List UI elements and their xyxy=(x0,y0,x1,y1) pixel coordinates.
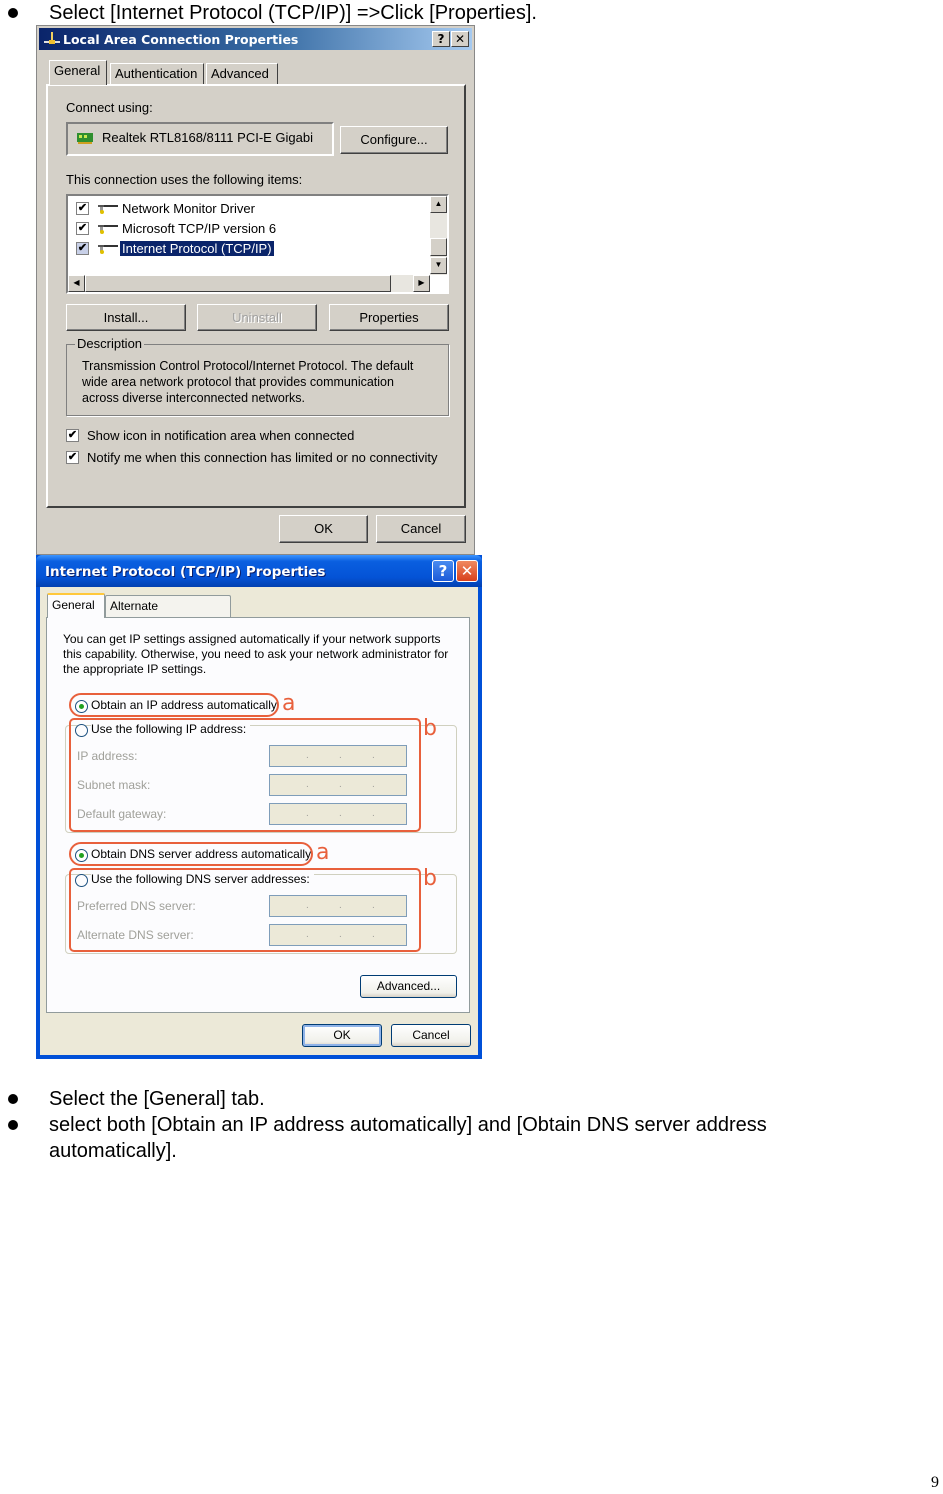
title-bar: Local Area Connection Properties ? ✕ xyxy=(39,28,472,50)
tab-advanced[interactable]: Advanced xyxy=(206,63,278,84)
horizontal-scrollbar[interactable]: ◀ ▶ xyxy=(68,275,430,292)
general-tab-panel: You can get IP settings assigned automat… xyxy=(46,617,470,1013)
scroll-up-button[interactable]: ▲ xyxy=(430,196,447,213)
uninstall-button[interactable]: Uninstall xyxy=(197,304,317,331)
item-checkbox[interactable]: ✔ xyxy=(76,222,89,235)
annotation-highlight-ip-auto xyxy=(69,693,279,717)
tab-alternate-configuration[interactable]: Alternate Configuration xyxy=(105,595,231,633)
notify-checkbox[interactable]: ✔ xyxy=(66,451,79,464)
help-button[interactable]: ? xyxy=(432,31,450,47)
general-tab-panel: Connect using: Realtek RTL8168/8111 PCI-… xyxy=(46,84,466,508)
scroll-thumb-horizontal[interactable] xyxy=(85,275,391,292)
tab-general[interactable]: General xyxy=(49,60,107,85)
bullet-icon xyxy=(8,8,18,18)
intro-line-1: You can get IP settings assigned automat… xyxy=(63,632,441,646)
install-button[interactable]: Install... xyxy=(66,304,186,331)
items-label: This connection uses the following items… xyxy=(66,172,303,187)
annotation-box-dns-manual xyxy=(69,868,421,952)
properties-button[interactable]: Properties xyxy=(329,304,449,331)
ok-button[interactable]: OK xyxy=(302,1024,382,1047)
title-bar: Internet Protocol (TCP/IP) Properties ? … xyxy=(36,555,482,587)
list-item-selected[interactable]: ✔ Internet Protocol (TCP/IP) xyxy=(76,240,416,258)
adapter-field: Realtek RTL8168/8111 PCI-E Gigabi xyxy=(66,122,334,156)
ok-button[interactable]: OK xyxy=(279,515,368,543)
instruction-text: select both [Obtain an IP address automa… xyxy=(49,1114,767,1136)
cancel-button[interactable]: Cancel xyxy=(376,515,466,543)
annotation-label-b: b xyxy=(423,866,437,891)
bullet-icon xyxy=(8,1094,18,1104)
scroll-thumb[interactable] xyxy=(430,238,447,256)
description-legend: Description xyxy=(75,336,145,351)
annotation-label-b: b xyxy=(423,716,437,741)
network-protocol-icon xyxy=(98,245,118,254)
annotation-highlight-dns-auto xyxy=(69,842,313,866)
description-line-3: across diverse interconnected networks. xyxy=(82,391,306,405)
item-checkbox[interactable]: ✔ xyxy=(76,202,89,215)
adapter-name: Realtek RTL8168/8111 PCI-E Gigabi xyxy=(102,130,314,145)
bullet-icon xyxy=(8,1120,18,1130)
close-button[interactable]: ✕ xyxy=(451,31,469,47)
item-label: Internet Protocol (TCP/IP) xyxy=(119,240,275,257)
description-line-1: Transmission Control Protocol/Internet P… xyxy=(82,359,414,373)
instruction-text: automatically]. xyxy=(49,1140,177,1162)
dialog-title: Local Area Connection Properties xyxy=(63,32,299,47)
network-protocol-icon xyxy=(98,205,118,214)
item-label: Network Monitor Driver xyxy=(122,201,255,216)
annotation-label-a: a xyxy=(282,691,296,716)
list-item[interactable]: ✔ Network Monitor Driver xyxy=(76,200,416,218)
instruction-text: Select [Internet Protocol (TCP/IP)] =>Cl… xyxy=(49,2,537,24)
item-label: Microsoft TCP/IP version 6 xyxy=(122,221,277,236)
close-button[interactable]: ✕ xyxy=(456,560,478,582)
notify-label[interactable]: Notify me when this connection has limit… xyxy=(87,450,437,465)
components-list[interactable]: ✔ Network Monitor Driver ✔ Microsoft TCP… xyxy=(66,194,449,294)
scroll-right-button[interactable]: ▶ xyxy=(413,275,430,292)
help-button[interactable]: ? xyxy=(432,560,454,582)
network-protocol-icon xyxy=(98,225,118,234)
intro-line-2: this capability. Otherwise, you need to … xyxy=(63,647,449,661)
connect-using-label: Connect using: xyxy=(66,100,153,115)
tab-general[interactable]: General xyxy=(47,593,105,618)
description-group: Description Transmission Control Protoco… xyxy=(66,336,449,416)
tcpip-properties-dialog: Internet Protocol (TCP/IP) Properties ? … xyxy=(36,555,482,1059)
list-item[interactable]: ✔ Microsoft TCP/IP version 6 xyxy=(76,220,416,238)
show-icon-label[interactable]: Show icon in notification area when conn… xyxy=(87,428,354,443)
page-number: 9 xyxy=(931,1474,939,1491)
intro-line-3: the appropriate IP settings. xyxy=(63,662,207,676)
vertical-scrollbar[interactable]: ▲ ▼ xyxy=(430,196,447,275)
item-checkbox[interactable]: ✔ xyxy=(76,242,89,255)
advanced-button[interactable]: Advanced... xyxy=(360,975,457,998)
scroll-left-button[interactable]: ◀ xyxy=(68,275,85,292)
cancel-button[interactable]: Cancel xyxy=(391,1024,471,1047)
network-adapter-icon xyxy=(77,133,93,144)
show-icon-checkbox[interactable]: ✔ xyxy=(66,429,79,442)
local-area-connection-properties-dialog: Local Area Connection Properties ? ✕ Gen… xyxy=(36,25,475,555)
dialog-title: Internet Protocol (TCP/IP) Properties xyxy=(45,564,326,580)
instruction-text: Select the [General] tab. xyxy=(49,1088,265,1110)
scroll-down-button[interactable]: ▼ xyxy=(430,257,447,274)
tab-authentication[interactable]: Authentication xyxy=(110,63,204,84)
dialog-body: General Alternate Configuration You can … xyxy=(40,587,478,1055)
configure-button[interactable]: Configure... xyxy=(340,126,448,154)
description-line-2: wide area network protocol that provides… xyxy=(82,375,394,389)
annotation-label-a: a xyxy=(316,840,330,865)
annotation-box-ip-manual xyxy=(69,718,421,832)
network-connection-icon xyxy=(44,32,60,44)
